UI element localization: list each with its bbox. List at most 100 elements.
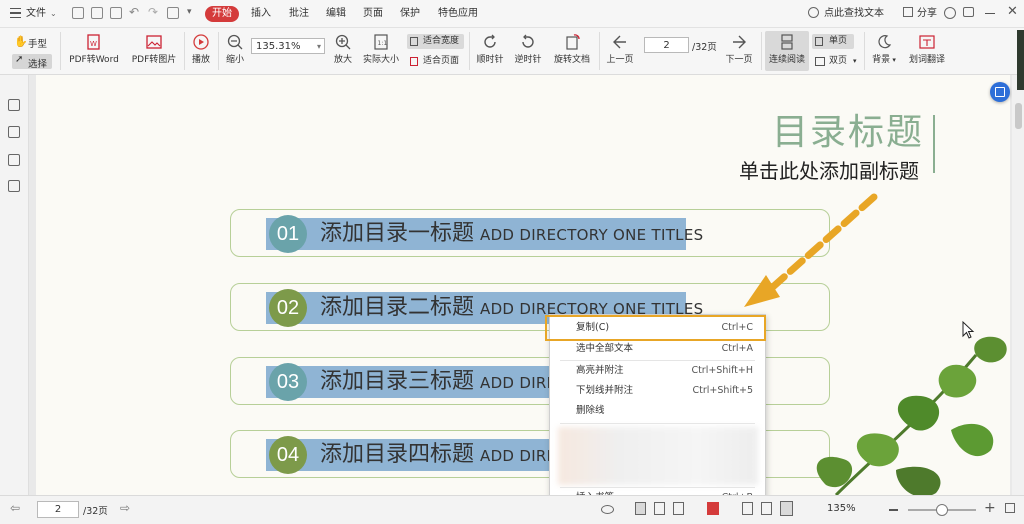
- tab-edit[interactable]: 编辑: [326, 0, 346, 27]
- minimize-icon[interactable]: [985, 13, 995, 15]
- fit-width-icon: [410, 37, 418, 46]
- image-icon: [146, 35, 162, 49]
- pdf-word-icon: W: [87, 34, 100, 50]
- view-mode-icon[interactable]: [654, 502, 665, 515]
- open-folder-icon[interactable]: [72, 7, 84, 19]
- scrollbar-thumb[interactable]: [1015, 103, 1022, 129]
- comment-icon[interactable]: [963, 7, 974, 17]
- share-button[interactable]: 分享: [917, 0, 937, 27]
- chevron-down-icon[interactable]: ⌄: [50, 9, 57, 18]
- hand-icon: ✋: [14, 35, 28, 48]
- arrow-right-icon: [733, 35, 746, 49]
- arrow-right-icon[interactable]: ⇨: [120, 501, 130, 515]
- select-tool-label: 选择: [28, 59, 48, 70]
- annotation-icon[interactable]: [8, 154, 20, 166]
- actual-size-icon: 1:1: [374, 34, 388, 50]
- toolbar: ✋ 手型 ➚ 选择 W PDF转Word PDF转图片 播放 缩小 135.31…: [0, 28, 1024, 75]
- rotate-counterclockwise-button[interactable]: 逆时针: [511, 34, 545, 65]
- fit-page-icon: [410, 57, 418, 66]
- more-icon[interactable]: ▾: [187, 7, 192, 17]
- gear-icon[interactable]: [944, 7, 956, 19]
- menu-item-highlight[interactable]: 高亮并附注 Ctrl+Shift+H: [550, 361, 765, 381]
- continuous-icon: [781, 34, 793, 50]
- arrow-left-icon[interactable]: ⇦: [10, 501, 20, 515]
- pdf-to-word-button[interactable]: W PDF转Word: [66, 34, 122, 65]
- cursor-icon: ➚: [15, 54, 24, 65]
- attachment-icon[interactable]: [8, 180, 20, 192]
- assistant-float-icon[interactable]: [990, 82, 1010, 102]
- zoom-slider-thumb[interactable]: [936, 504, 948, 516]
- status-page-total: /32页: [83, 506, 108, 517]
- rotate-ccw-icon: [522, 34, 534, 48]
- tab-protect[interactable]: 保护: [400, 0, 420, 27]
- translate-button[interactable]: 划词翻译: [905, 34, 949, 65]
- redo-icon[interactable]: ↷: [148, 5, 158, 19]
- status-zoom-value[interactable]: 135%: [827, 503, 856, 514]
- hamburger-icon[interactable]: [10, 8, 21, 18]
- actual-size-button[interactable]: 1:1 实际大小: [360, 34, 402, 65]
- view-mode-icon[interactable]: [780, 501, 793, 516]
- zoom-in-button[interactable]: 放大: [329, 34, 357, 65]
- zoom-out-icon: [227, 34, 243, 50]
- context-menu: 复制(C) Ctrl+C 选中全部文本 Ctrl+A 高亮并附注 Ctrl+Sh…: [549, 314, 766, 512]
- tab-annotate[interactable]: 批注: [289, 0, 309, 27]
- view-mode-icon[interactable]: [761, 502, 772, 515]
- outline-icon[interactable]: [8, 99, 20, 111]
- undo-icon[interactable]: ↶: [129, 5, 139, 19]
- vertical-scrollbar[interactable]: [1012, 75, 1024, 495]
- menu-bar: 文件 ⌄ ↶ ↷ ▾ 开始 插入 批注 编辑 页面 保护 特色应用 点此查找文本…: [0, 0, 1024, 28]
- fit-page-button[interactable]: 适合页面: [407, 54, 464, 69]
- rotate-document-button[interactable]: 旋转文档: [550, 34, 594, 65]
- status-bar: ⇦ 2 /32页 ⇨ 135% +: [0, 495, 1024, 524]
- search-icon[interactable]: [808, 7, 819, 18]
- page-number-input[interactable]: 2: [644, 37, 689, 53]
- menu-item-underline[interactable]: 下划线并附注 Ctrl+Shift+5: [550, 381, 765, 401]
- assistant-glyph-icon: [995, 87, 1005, 97]
- zoom-in-icon: [335, 34, 351, 50]
- continuous-read-label: 连续阅读: [765, 34, 809, 65]
- close-icon[interactable]: ✕: [1007, 4, 1018, 19]
- tab-insert[interactable]: 插入: [251, 0, 271, 27]
- tab-features[interactable]: 特色应用: [438, 0, 478, 27]
- tab-start[interactable]: 开始: [205, 6, 239, 22]
- view-mode-icon[interactable]: [635, 502, 646, 515]
- menu-item-select-all[interactable]: 选中全部文本 Ctrl+A: [550, 339, 765, 359]
- pdf-to-image-button[interactable]: PDF转图片: [128, 34, 180, 65]
- find-text-link[interactable]: 点此查找文本: [824, 0, 884, 27]
- left-sidebar: [0, 75, 29, 495]
- play-button[interactable]: 播放: [187, 34, 215, 65]
- share-icon[interactable]: [903, 7, 913, 17]
- prev-page-button[interactable]: 上一页: [603, 34, 637, 65]
- cursor-icon: [962, 320, 975, 339]
- fit-width-button[interactable]: 适合宽度: [407, 34, 464, 49]
- zoom-out-button[interactable]: 缩小: [221, 34, 249, 65]
- zoom-level-select[interactable]: 135.31% ▾: [251, 38, 325, 54]
- zoom-in-icon[interactable]: +: [984, 500, 996, 516]
- view-mode-icon[interactable]: [673, 502, 684, 515]
- view-mode-icon[interactable]: [742, 502, 753, 515]
- rotate-cw-icon: [484, 34, 496, 48]
- double-page-button[interactable]: 双页 ▾: [812, 54, 860, 69]
- single-page-button[interactable]: 单页: [812, 34, 854, 49]
- pdf-red-icon[interactable]: [707, 502, 719, 515]
- format-icon[interactable]: [167, 7, 179, 19]
- blurred-menu-region: [558, 427, 758, 485]
- background-button[interactable]: 背景 ▾: [867, 34, 901, 65]
- eye-icon[interactable]: [601, 505, 614, 514]
- tab-page[interactable]: 页面: [363, 0, 383, 27]
- moon-icon: [878, 35, 892, 49]
- fullscreen-icon[interactable]: [1005, 503, 1015, 513]
- copy-highlight-box: [545, 315, 766, 341]
- double-page-icon: [815, 57, 825, 66]
- save-icon[interactable]: [91, 7, 103, 19]
- rotate-clockwise-button[interactable]: 顺时针: [473, 34, 507, 65]
- next-page-button[interactable]: 下一页: [722, 34, 756, 65]
- menu-item-strikethrough[interactable]: 删除线: [550, 401, 765, 421]
- status-page-input[interactable]: 2: [37, 501, 79, 518]
- thumbnail-icon[interactable]: [8, 126, 20, 138]
- zoom-out-icon[interactable]: [889, 509, 898, 511]
- hand-tool-button[interactable]: 手型: [28, 36, 47, 50]
- document-page: 目录标题 单击此处添加副标题 01 添加目录一标题 ADD DIRECTORY O…: [36, 75, 1010, 495]
- file-menu[interactable]: 文件: [26, 0, 46, 27]
- print-icon[interactable]: [110, 7, 122, 19]
